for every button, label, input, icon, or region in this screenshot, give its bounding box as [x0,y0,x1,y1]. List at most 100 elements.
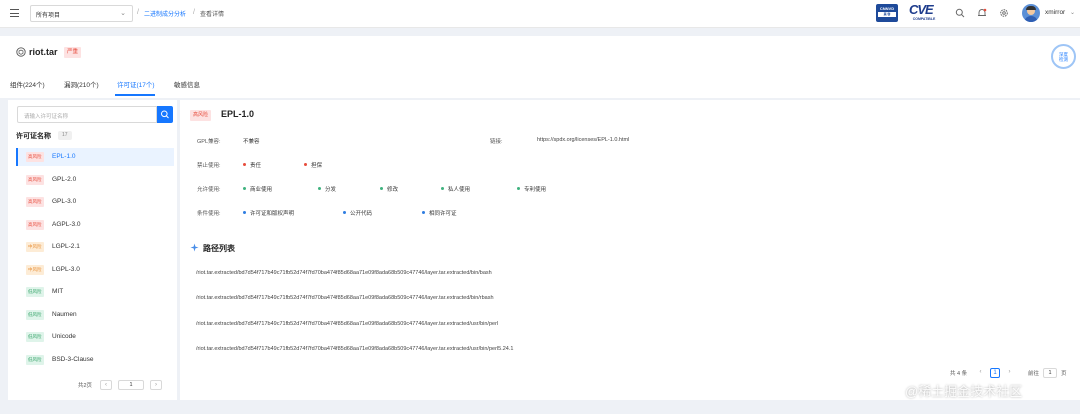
license-detail-panel: 高风险 EPL-1.0 GPL兼容: 不兼容 链接: https://spdx.… [180,100,1080,400]
path-row: /riot.tar.extracted/bd7d54f717b49c71fb52… [196,320,499,327]
cnnvd-logo: CNNVD 兼 容 [876,4,898,22]
license-name: AGPL-3.0 [52,220,81,228]
license-list-item[interactable]: 高风险 EPL-1.0 [16,148,174,166]
allowed-item: 商业使用 [243,185,272,193]
license-list-item[interactable]: 高风险 AGPL-3.0 [16,216,174,234]
condition-item-text: 公开代码 [350,211,373,217]
allowed-item-text: 商业使用 [250,187,273,193]
license-list-panel: 请输入许可证名称 许可证名称 17 高风险 EPL-1.0 高风险 GPL-2.0 高风… [8,100,177,400]
bell-icon[interactable] [977,8,987,18]
deep-scan-label-2: 检测 [1059,57,1068,62]
page-input[interactable]: 1 [118,380,144,390]
condition-item: 许可证和版权声明 [243,209,294,217]
gear-icon[interactable] [999,8,1009,18]
breadcrumb-current: 查看详情 [200,12,225,18]
goto-suffix: 页 [1061,371,1067,377]
cve-compatible-logo: CVE COMPATIBLE [905,3,943,23]
prohibited-item: 担保 [304,161,322,169]
page-total: 共2页 [78,383,93,389]
license-list-item[interactable]: 中风险 LGPL-3.0 [16,261,174,279]
cve-logo-sub: COMPATIBLE [912,17,936,21]
cve-logo-text: CVE [909,2,934,17]
menu-icon[interactable] [10,9,19,17]
license-list-item[interactable]: 低风险 MIT [16,283,174,301]
breadcrumb-binary-analysis[interactable]: 二进制成分分析 [144,9,186,18]
next-page-button[interactable]: › [150,380,162,390]
license-list-item[interactable]: 低风险 BSD-3-Clause [16,351,174,369]
risk-tag: 中风险 [26,264,44,275]
username[interactable]: xmirror [1045,9,1065,16]
prev-page-button[interactable]: ‹ [976,368,985,378]
search-icon[interactable] [955,8,965,18]
license-name: GPL-2.0 [52,175,77,183]
deep-scan-button[interactable]: 深度 检测 [1051,44,1076,69]
condition-item: 相同许可证 [422,209,457,217]
license-link[interactable]: https://spdx.org/licenses/EPL-1.0.html [537,137,629,143]
chevron-down-icon[interactable]: ⌄ [1070,9,1075,16]
license-search-input[interactable]: 请输入许可证名称 [17,106,157,123]
allowed-item: 分发 [318,185,336,193]
tab-licenses[interactable]: 许可证(17个) [117,79,155,89]
risk-tag: 低风险 [26,332,44,342]
current-page[interactable]: 1 [990,368,1000,378]
license-list-title: 许可证名称 [16,133,51,140]
license-title: EPL-1.0 [221,109,255,119]
watermark: @稀土掘金技术社区 [905,384,1023,399]
allowed-item-text: 分发 [325,187,337,193]
breadcrumb-separator: / [137,9,139,16]
conditions-label: 条件使用: [197,211,221,217]
file-name: riot.tar [29,47,58,57]
allowed-item: 专利使用 [517,185,546,193]
search-icon [161,110,169,119]
gpl-compat-label: GPL兼容: [197,139,221,145]
risk-tag: 低风险 [26,309,44,320]
license-list-item[interactable]: 低风险 Naumen [16,306,174,324]
goto-label: 前往 [1028,371,1040,377]
prohibited-item-text: 担保 [311,163,323,169]
path-list-title: 路径列表 [203,244,235,253]
prev-page-button[interactable]: ‹ [100,380,112,390]
path-row: /riot.tar.extracted/bd7d54f717b49c71fb52… [196,270,492,276]
path-total: 共 4 条 [950,371,968,377]
tab-components[interactable]: 组件(224个) [10,79,45,89]
prohibited-item-text: 责任 [250,163,262,169]
license-name: MIT [52,288,64,295]
risk-tag: 低风险 [26,354,44,365]
risk-tag: 高风险 [26,219,44,230]
search-button[interactable] [157,106,173,123]
license-list-item[interactable]: 中风险 LGPL-2.1 [16,238,174,256]
severity-badge: 严重 [64,47,82,58]
license-name: LGPL-2.1 [52,243,80,250]
license-count-badge: 17 [58,131,72,140]
breadcrumb-separator: / [193,9,195,16]
active-tab-indicator [115,94,155,96]
next-page-button[interactable]: › [1005,368,1014,378]
allowed-item: 修改 [380,185,398,193]
license-name: EPL-1.0 [52,153,76,160]
path-row: /riot.tar.extracted/bd7d54f717b49c71fb52… [196,295,494,302]
package-icon [16,47,26,57]
license-name: Unicode [52,333,76,340]
tab-sensitive-info[interactable]: 敏感信息 [174,79,200,89]
goto-page-input[interactable]: 1 [1043,368,1057,378]
path-row: /riot.tar.extracted/bd7d54f717b49c71fb52… [196,345,514,352]
license-list-item[interactable]: 高风险 GPL-2.0 [16,171,174,189]
cnnvd-logo-text: CNNVD [879,6,895,11]
project-select[interactable]: 所有项目 ⌄ [30,5,133,22]
license-name: BSD-3-Clause [52,355,94,363]
allowed-item: 私人使用 [441,185,470,193]
link-label: 链接: [490,139,503,145]
risk-tag: 高风险 [26,174,44,185]
top-bar: 所有项目 ⌄ / 二进制成分分析 / 查看详情 CNNVD 兼 容 CVE CO… [0,0,1080,28]
file-header: riot.tar 严重 组件(224个) 漏洞(210个) 许可证(17个) 敏… [0,36,1080,98]
tab-vulnerabilities[interactable]: 漏洞(210个) [64,79,99,89]
avatar[interactable] [1022,4,1040,22]
license-list-item[interactable]: 低风险 Unicode [16,328,174,346]
chevron-down-icon: ⌄ [120,10,126,17]
license-list-item[interactable]: 高风险 GPL-3.0 [16,193,174,211]
sparkle-icon [190,243,199,252]
prohibited-label: 禁止使用: [197,163,221,169]
cnnvd-logo-sub: 兼 容 [878,12,896,17]
allowed-item-text: 私人使用 [448,187,471,193]
license-name: Naumen [52,310,77,318]
